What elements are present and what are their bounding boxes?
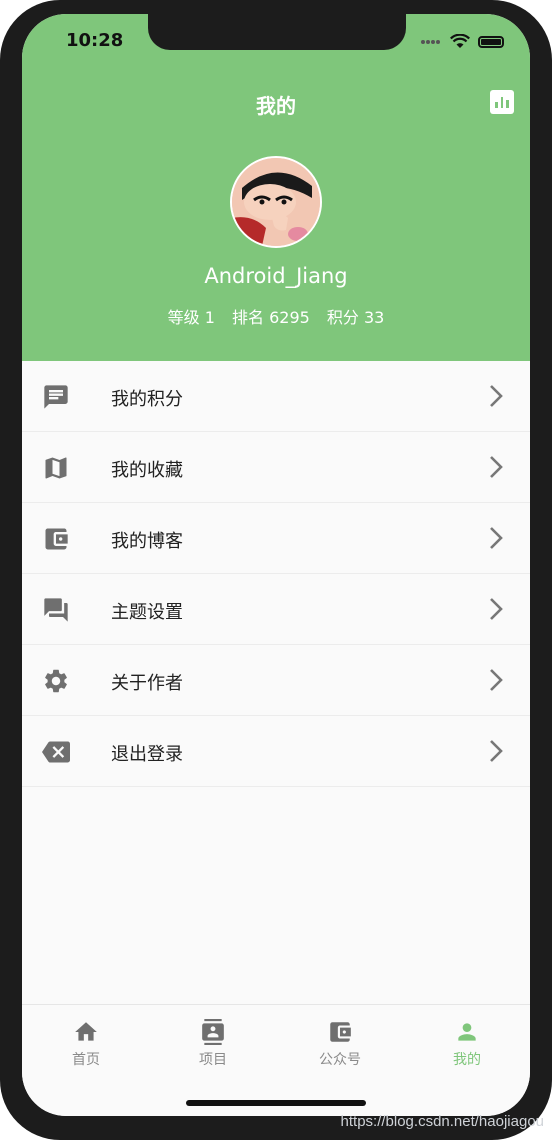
points-stat: 积分 33 <box>326 308 385 327</box>
chevron-right-icon <box>490 385 503 407</box>
map-icon <box>45 457 67 479</box>
profile-header: 10:28 我的 Android_Jiang 等级 1 排名 6295 积分 3… <box>22 14 530 361</box>
page-title: 我的 <box>256 94 296 118</box>
tab-label: 公众号 <box>319 1052 361 1068</box>
message-icon <box>44 385 68 409</box>
screen: 10:28 我的 Android_Jiang 等级 1 排名 6295 积分 3… <box>22 14 530 1116</box>
level-stat: 等级 1 <box>167 308 215 327</box>
person-icon <box>458 1023 476 1041</box>
tab-mine[interactable]: 我的 <box>412 1019 522 1069</box>
user-stats: 等级 1 排名 6295 积分 33 <box>22 304 530 328</box>
contacts-icon <box>202 1019 224 1045</box>
menu-item-logout[interactable]: 退出登录 <box>22 716 530 787</box>
username: Android_Jiang <box>204 264 348 288</box>
notch <box>148 14 406 50</box>
menu-item-about[interactable]: 关于作者 <box>22 645 530 716</box>
avatar[interactable] <box>230 156 322 248</box>
tab-label: 首页 <box>72 1052 100 1068</box>
avatar-cartoon-image <box>232 158 320 246</box>
chevron-right-icon <box>490 527 503 549</box>
watermark-url: https://blog.csdn.net/haojiagou <box>340 1113 544 1130</box>
menu-item-label: 我的博客 <box>111 531 183 552</box>
tab-official-accounts[interactable]: 公众号 <box>285 1019 395 1069</box>
home-indicator[interactable] <box>186 1100 366 1106</box>
menu-list: 我的积分 我的收藏 我的博客 主题设置 关于作者 退出登录 <box>22 361 530 787</box>
menu-item-label: 我的积分 <box>111 389 183 410</box>
tab-projects[interactable]: 项目 <box>158 1019 268 1069</box>
menu-item-label: 退出登录 <box>111 744 183 765</box>
bar-chart-icon[interactable] <box>490 90 514 114</box>
wifi-icon <box>450 34 470 48</box>
tab-home[interactable]: 首页 <box>31 1019 141 1069</box>
menu-item-points[interactable]: 我的积分 <box>22 361 530 432</box>
menu-item-label: 关于作者 <box>111 673 183 694</box>
backspace-icon <box>42 741 70 763</box>
battery-icon <box>478 35 504 48</box>
forum-icon <box>44 598 68 622</box>
menu-item-favorites[interactable]: 我的收藏 <box>22 432 530 503</box>
tab-label: 项目 <box>199 1052 227 1068</box>
menu-item-theme[interactable]: 主题设置 <box>22 574 530 645</box>
chevron-right-icon <box>490 598 503 620</box>
rank-stat: 排名 6295 <box>232 308 310 327</box>
tab-label: 我的 <box>453 1052 481 1068</box>
signal-dots-icon <box>421 39 440 44</box>
menu-item-label: 主题设置 <box>111 602 183 623</box>
menu-item-blog[interactable]: 我的博客 <box>22 503 530 574</box>
wallet-icon <box>330 1022 351 1042</box>
status-icons <box>420 34 504 49</box>
chevron-right-icon <box>490 740 503 762</box>
chevron-right-icon <box>490 669 503 691</box>
menu-item-label: 我的收藏 <box>111 460 183 481</box>
wallet-icon <box>45 528 68 550</box>
chevron-right-icon <box>490 456 503 478</box>
status-time: 10:28 <box>66 30 124 51</box>
settings-icon <box>45 669 67 693</box>
home-icon <box>75 1022 97 1041</box>
phone-frame: 10:28 我的 Android_Jiang 等级 1 排名 6295 积分 3… <box>0 0 552 1140</box>
